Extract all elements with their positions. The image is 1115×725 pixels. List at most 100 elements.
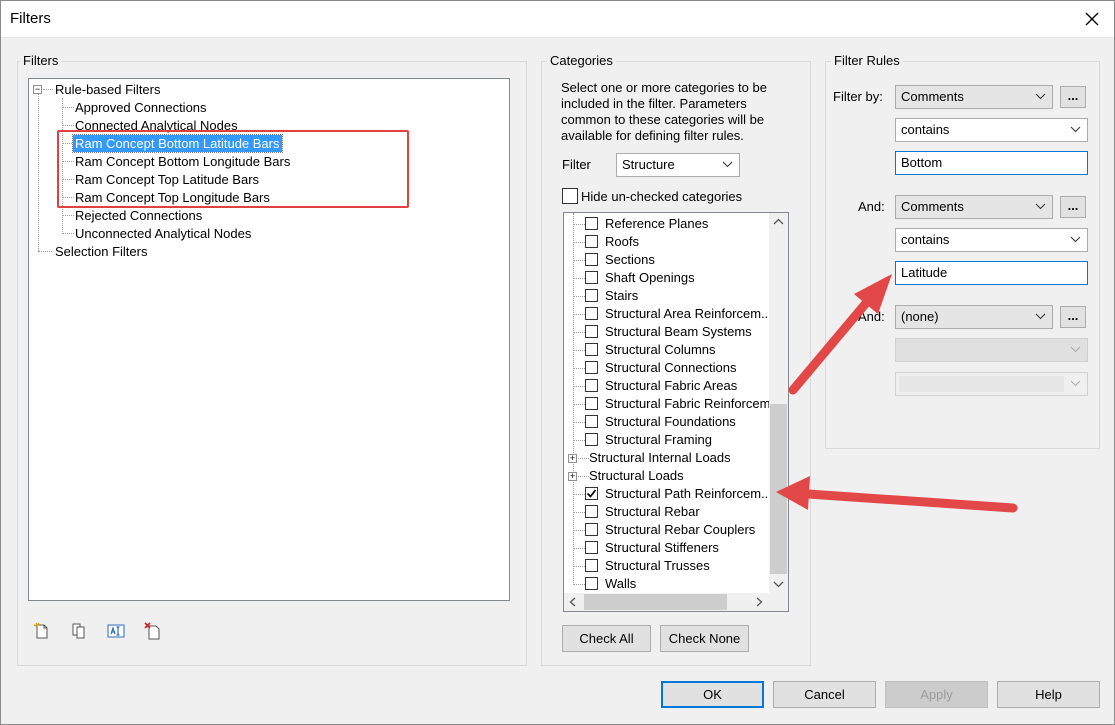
category-checkbox[interactable]	[585, 289, 598, 302]
category-checkbox[interactable]	[585, 433, 598, 446]
category-group-item[interactable]: Structural Internal Loads	[589, 449, 731, 467]
tree-root-selection[interactable]: Selection Filters	[53, 243, 149, 260]
chevron-down-icon	[1070, 380, 1081, 387]
categories-description: Select one or more categories to be incl…	[561, 80, 767, 143]
chevron-right-icon	[756, 597, 763, 607]
category-checkbox[interactable]	[585, 235, 598, 248]
category-item-label[interactable]: Structural Fabric Reinforcem	[605, 395, 770, 413]
chevron-down-icon	[1035, 203, 1046, 210]
rule1-operator-select[interactable]: contains	[895, 118, 1088, 142]
chevron-down-icon	[1035, 93, 1046, 100]
category-checkbox[interactable]	[585, 307, 598, 320]
close-icon	[1085, 12, 1099, 26]
category-checkbox[interactable]	[585, 523, 598, 536]
close-button[interactable]	[1069, 0, 1115, 38]
rule1-parameter-select[interactable]: Comments	[895, 85, 1053, 109]
category-list[interactable]: Reference Planes Roofs Sections Shaft Openi…	[563, 212, 789, 612]
collapse-toggle[interactable]: −	[33, 85, 42, 94]
rule2-ellipsis-button[interactable]: ...	[1060, 196, 1086, 218]
category-checkbox[interactable]	[585, 505, 598, 518]
delete-icon[interactable]	[144, 622, 162, 640]
category-checkbox[interactable]	[585, 415, 598, 428]
category-item-label[interactable]: Structural Framing	[605, 431, 712, 449]
apply-button: Apply	[885, 681, 988, 708]
rename-icon[interactable]	[107, 622, 125, 640]
filter-rules-group-label: Filter Rules	[831, 53, 903, 68]
duplicate-icon[interactable]	[70, 622, 88, 640]
category-checkbox[interactable]	[585, 343, 598, 356]
category-item-label[interactable]: Structural Beam Systems	[605, 323, 752, 341]
rule1-value-input[interactable]: Bottom	[895, 151, 1088, 175]
chevron-down-icon	[1035, 313, 1046, 320]
category-expand-toggle[interactable]: +	[568, 472, 577, 481]
category-checkbox[interactable]	[585, 397, 598, 410]
category-item-label[interactable]: Structural Path Reinforcem...	[605, 485, 772, 503]
category-item-label[interactable]: Structural Stiffeners	[605, 539, 719, 557]
hide-unchecked-checkbox[interactable]	[562, 188, 578, 204]
category-checkbox[interactable]	[585, 559, 598, 572]
and2-label: And:	[858, 309, 885, 324]
chevron-left-icon	[569, 597, 576, 607]
category-horizontal-scroll-thumb[interactable]	[584, 594, 727, 610]
chevron-down-icon	[1070, 126, 1081, 133]
category-item-label[interactable]: Reference Planes	[605, 215, 708, 233]
category-checkbox[interactable]	[585, 325, 598, 338]
chevron-down-icon	[773, 581, 784, 588]
category-expand-toggle[interactable]: +	[568, 454, 577, 463]
category-item-label[interactable]: Structural Columns	[605, 341, 716, 359]
category-checkbox[interactable]	[585, 361, 598, 374]
category-checkbox[interactable]	[585, 271, 598, 284]
ok-button[interactable]: OK	[661, 681, 764, 708]
category-item-label[interactable]: Structural Area Reinforcem...	[605, 305, 772, 323]
help-button[interactable]: Help	[997, 681, 1100, 708]
rule3-ellipsis-button[interactable]: ...	[1060, 306, 1086, 328]
category-item-label[interactable]: Structural Rebar Couplers	[605, 521, 755, 539]
tree-root-rule-based[interactable]: Rule-based Filters	[53, 81, 163, 98]
rule3-parameter-select[interactable]: (none)	[895, 305, 1053, 329]
category-item-label[interactable]: Shaft Openings	[605, 269, 695, 287]
chevron-down-icon	[722, 161, 733, 168]
category-item-label[interactable]: Structural Fabric Areas	[605, 377, 737, 395]
category-checkbox[interactable]	[585, 217, 598, 230]
tree-item[interactable]: Unconnected Analytical Nodes	[73, 225, 253, 242]
window-title: Filters	[10, 10, 51, 27]
filters-group-label: Filters	[20, 53, 62, 68]
category-checkbox[interactable]	[585, 541, 598, 554]
check-none-button[interactable]: Check None	[660, 625, 749, 652]
annotation-arrow-to-path-reinforcement	[776, 476, 1018, 513]
category-checkbox[interactable]	[585, 379, 598, 392]
hide-unchecked-label: Hide un-checked categories	[581, 189, 743, 204]
title-bar: Filters	[0, 0, 1115, 38]
category-item-label[interactable]: Roofs	[605, 233, 639, 251]
tree-item[interactable]: Approved Connections	[73, 99, 209, 116]
categories-group-label: Categories	[547, 53, 616, 68]
rule3-value-select	[895, 372, 1088, 396]
category-filter-label: Filter	[562, 157, 591, 172]
category-checkbox[interactable]	[585, 253, 598, 266]
tree-item[interactable]: Rejected Connections	[73, 207, 204, 224]
check-all-button[interactable]: Check All	[562, 625, 651, 652]
category-item-label[interactable]: Walls	[605, 575, 636, 593]
category-item-label[interactable]: Structural Trusses	[605, 557, 710, 575]
cancel-button[interactable]: Cancel	[773, 681, 876, 708]
category-filter-select[interactable]: Structure	[616, 153, 740, 177]
category-item-label[interactable]: Structural Connections	[605, 359, 737, 377]
chevron-down-icon	[1070, 346, 1081, 353]
category-item-label[interactable]: Structural Rebar	[605, 503, 700, 521]
category-group-item[interactable]: Structural Loads	[589, 467, 684, 485]
rule2-operator-select[interactable]: contains	[895, 228, 1088, 252]
chevron-down-icon	[1070, 236, 1081, 243]
new-filter-icon[interactable]	[33, 622, 51, 640]
rule2-value-input[interactable]: Latitude	[895, 261, 1088, 285]
category-item-label[interactable]: Sections	[605, 251, 655, 269]
category-vertical-scroll-thumb[interactable]	[770, 404, 787, 574]
filter-by-label: Filter by:	[833, 89, 883, 104]
category-item-label[interactable]: Stairs	[605, 287, 638, 305]
category-checkbox[interactable]	[585, 487, 598, 500]
category-checkbox[interactable]	[585, 577, 598, 590]
annotation-highlight-box	[57, 130, 409, 208]
rule1-ellipsis-button[interactable]: ...	[1060, 86, 1086, 108]
chevron-up-icon	[773, 218, 784, 225]
category-item-label[interactable]: Structural Foundations	[605, 413, 736, 431]
rule2-parameter-select[interactable]: Comments	[895, 195, 1053, 219]
